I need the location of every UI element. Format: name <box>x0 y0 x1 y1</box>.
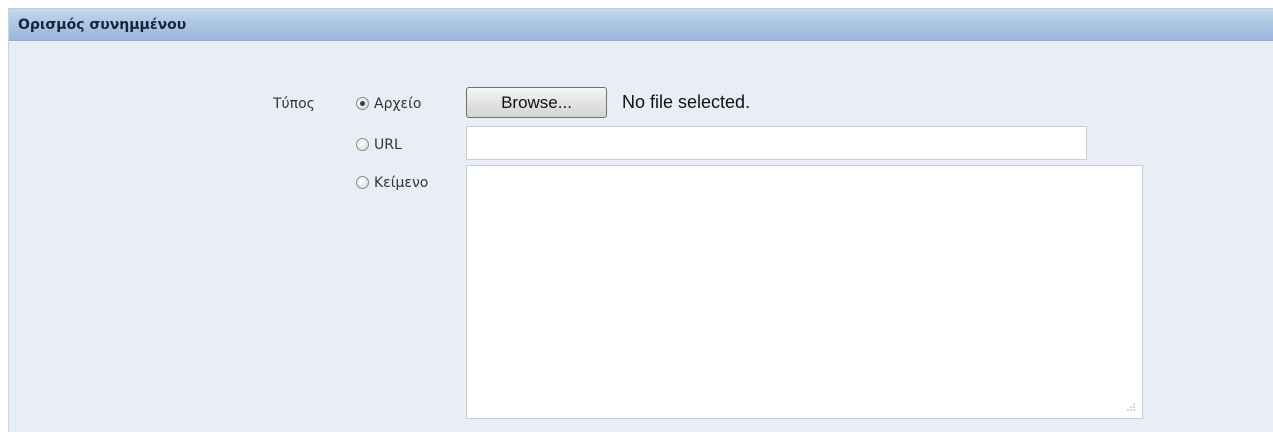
radio-file[interactable] <box>356 97 369 110</box>
radio-url-label[interactable]: URL <box>374 137 402 153</box>
radio-text[interactable] <box>356 176 369 189</box>
type-label: Τύπος <box>273 96 315 112</box>
resize-grip-icon[interactable] <box>1126 402 1136 412</box>
file-status: No file selected. <box>622 92 751 112</box>
text-input[interactable] <box>466 165 1143 419</box>
url-input[interactable] <box>466 126 1087 160</box>
radio-text-label[interactable]: Κείμενο <box>374 175 428 191</box>
panel-title: Ορισμός συνημμένου <box>18 17 187 33</box>
radio-url[interactable] <box>356 138 369 151</box>
browse-button[interactable]: Browse... <box>466 87 607 118</box>
panel-header: Ορισμός συνημμένου <box>9 8 1273 41</box>
radio-file-label[interactable]: Αρχείο <box>374 96 421 112</box>
